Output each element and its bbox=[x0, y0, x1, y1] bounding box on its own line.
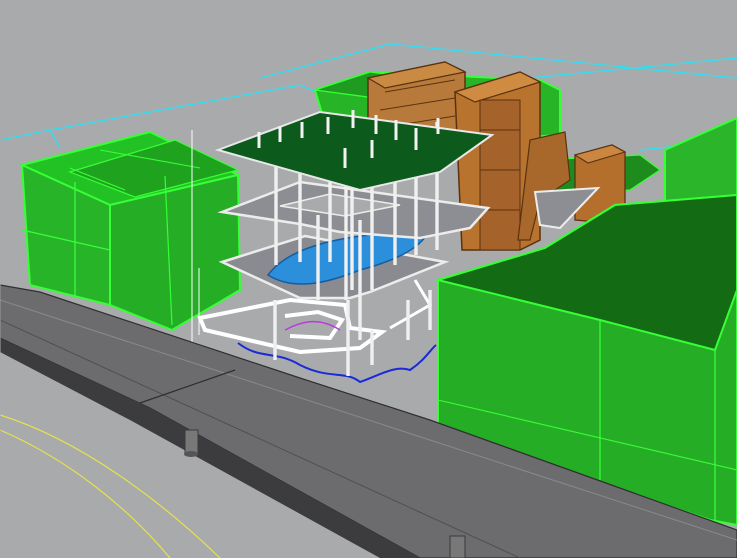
rhino-perspective-viewport[interactable] bbox=[0, 0, 737, 558]
scene-canvas[interactable] bbox=[0, 0, 737, 558]
